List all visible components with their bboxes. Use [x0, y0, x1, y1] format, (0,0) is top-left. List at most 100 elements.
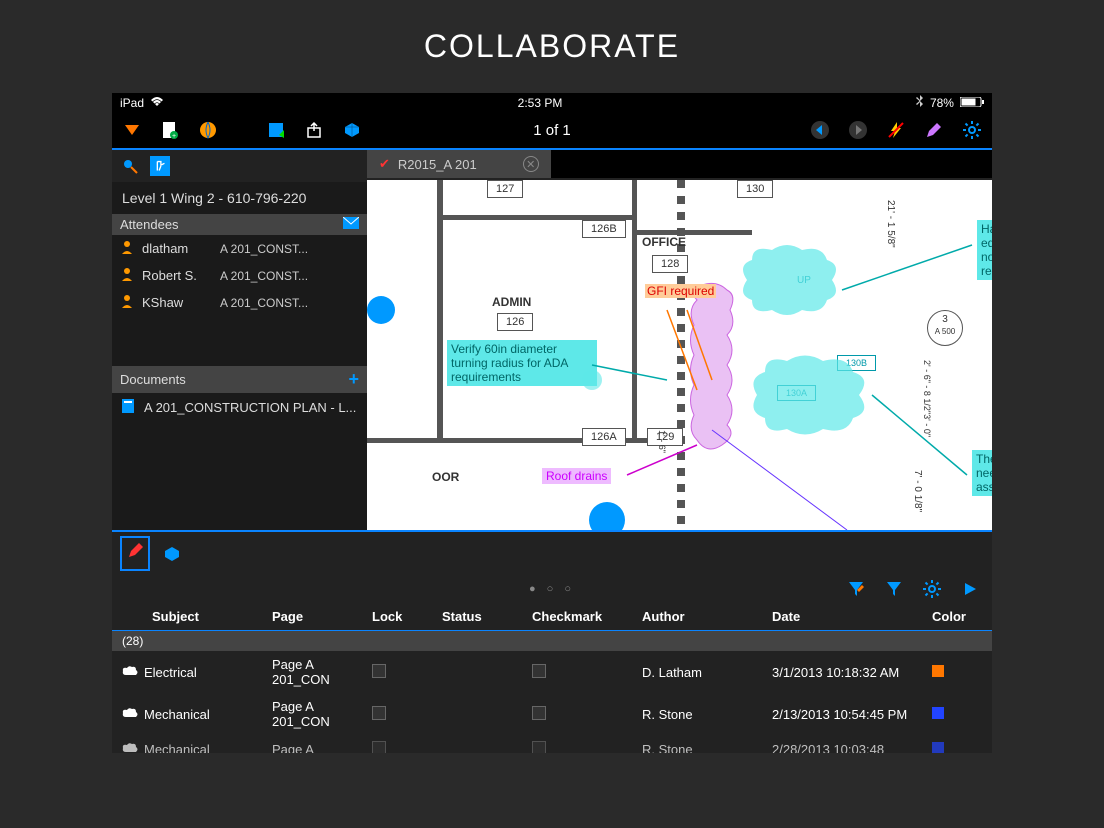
room-label: 127 — [487, 180, 523, 198]
cell-author: R. Stone — [642, 707, 772, 722]
filter-icon[interactable] — [884, 579, 904, 599]
col-color[interactable]: Color — [932, 609, 992, 624]
attendee-name: Robert S. — [142, 268, 212, 283]
cell-date: 3/1/2013 10:18:32 AM — [772, 665, 932, 680]
plan-tab[interactable]: ✔ R2015_A 201 ✕ — [367, 150, 551, 178]
attendee-row[interactable]: dlatham A 201_CONST... — [112, 235, 367, 262]
share-icon[interactable] — [304, 120, 324, 140]
table-row[interactable]: Mechanical Page A 201_CON R. Stone 2/13/… — [112, 693, 992, 735]
dimension-label: 21' - 1 5/8" — [885, 200, 896, 248]
new-doc-icon[interactable]: + — [160, 120, 180, 140]
color-swatch — [932, 665, 944, 677]
table-row[interactable]: Mechanical Page A R. Stone 2/28/2013 10:… — [112, 735, 992, 753]
cell-date: 2/13/2013 10:54:45 PM — [772, 707, 932, 722]
annotation-text[interactable]: Roof drains — [542, 468, 611, 484]
checkmark-checkbox[interactable] — [532, 741, 546, 753]
add-icon[interactable]: + — [348, 369, 359, 390]
table-row[interactable]: Electrical Page A 201_CON D. Latham 3/1/… — [112, 651, 992, 693]
page-heading: COLLABORATE — [0, 0, 1104, 93]
pager-dots[interactable]: ● ○ ○ — [529, 583, 575, 595]
annotation-text[interactable]: GFI required — [645, 284, 716, 298]
lock-checkbox[interactable] — [372, 741, 386, 753]
bluetooth-icon — [916, 95, 924, 110]
cell-page: Page A 201_CON — [272, 699, 372, 729]
room-name: ADMIN — [492, 295, 531, 309]
lock-checkbox[interactable] — [372, 706, 386, 720]
cell-subject: Electrical — [144, 665, 197, 680]
lightning-icon[interactable] — [886, 120, 906, 140]
col-checkmark[interactable]: Checkmark — [532, 609, 642, 624]
plan-tab-name: R2015_A 201 — [398, 157, 477, 172]
page-indicator: 1 of 1 — [533, 122, 571, 139]
room-label: 126B — [582, 220, 626, 238]
gear-icon[interactable] — [962, 120, 982, 140]
battery-percent: 78% — [930, 96, 954, 110]
col-author[interactable]: Author — [642, 609, 772, 624]
cell-page: Page A 201_CON — [272, 657, 372, 687]
room-name: OOR — [432, 470, 459, 484]
markup-tab[interactable] — [120, 536, 150, 571]
cloud-icon — [122, 665, 138, 680]
battery-icon — [960, 96, 984, 110]
close-tab-icon[interactable]: ✕ — [523, 156, 539, 172]
status-bar: iPad 2:53 PM 78% — [112, 93, 992, 112]
document-row[interactable]: A 201_CONSTRUCTION PLAN - L... — [112, 393, 367, 422]
col-subject[interactable]: Subject — [122, 609, 272, 624]
cube-tab[interactable] — [162, 544, 182, 564]
checkmark-checkbox[interactable] — [532, 706, 546, 720]
exit-icon[interactable] — [150, 156, 170, 176]
blueprint-canvas[interactable]: 127 126B OFFICE 128 130 21' - 1 5/8" ADM… — [367, 180, 992, 530]
cell-subject: Mechanical — [144, 707, 210, 722]
main-toolbar: + 1 of 1 — [112, 112, 992, 150]
project-label: Level 1 Wing 2 - 610-796-220 — [112, 182, 367, 214]
attendee-doc: A 201_CONST... — [220, 296, 308, 310]
attendee-name: KShaw — [142, 295, 212, 310]
table-header: Subject Page Lock Status Checkmark Autho… — [112, 603, 992, 631]
person-icon — [120, 267, 134, 284]
gear-icon[interactable] — [922, 579, 942, 599]
pencil-icon[interactable] — [924, 120, 944, 140]
checkmark-checkbox[interactable] — [532, 664, 546, 678]
person-icon — [120, 294, 134, 311]
col-lock[interactable]: Lock — [372, 609, 442, 624]
globe-icon[interactable] — [198, 120, 218, 140]
annotation-text[interactable]: Verify 60in diameter turning radius for … — [447, 340, 597, 386]
play-icon[interactable] — [960, 579, 980, 599]
attendee-row[interactable]: KShaw A 201_CONST... — [112, 289, 367, 316]
attendee-doc: A 201_CONST... — [220, 242, 308, 256]
color-swatch — [932, 742, 944, 753]
mail-icon[interactable] — [343, 217, 359, 232]
pdf-icon — [120, 398, 136, 417]
filter-edit-icon[interactable] — [846, 579, 866, 599]
documents-header: Documents + — [112, 366, 367, 393]
lock-checkbox[interactable] — [372, 664, 386, 678]
room-name: OFFICE — [642, 235, 686, 249]
col-date[interactable]: Date — [772, 609, 932, 624]
room-label: 130 — [737, 180, 773, 198]
attendee-row[interactable]: Robert S. A 201_CONST... — [112, 262, 367, 289]
attendee-doc: A 201_CONST... — [220, 269, 308, 283]
plan-area: ✔ R2015_A 201 ✕ 127 126B OFFICE 128 — [367, 150, 992, 530]
status-time: 2:53 PM — [518, 96, 563, 110]
person-icon — [120, 240, 134, 257]
annotation-text[interactable]: Handrails edge of b nosing pe requireme — [977, 220, 992, 280]
triangle-dropdown-icon[interactable] — [122, 120, 142, 140]
cell-page: Page A — [272, 742, 372, 753]
cloud-markup — [747, 350, 887, 440]
dimension-label: 7' - 0 1/8" — [912, 470, 923, 512]
save-icon[interactable] — [266, 120, 286, 140]
annotation-text[interactable]: The door need to be assemblie — [972, 450, 992, 496]
device-frame: iPad 2:53 PM 78% + — [112, 93, 992, 753]
cell-date: 2/28/2013 10:03:48 — [772, 742, 932, 753]
play-icon[interactable] — [848, 120, 868, 140]
package-icon[interactable] — [342, 120, 362, 140]
document-name: A 201_CONSTRUCTION PLAN - L... — [144, 400, 356, 415]
bottom-panel: ● ○ ○ Subject Page Lock Status Checkmark… — [112, 530, 992, 753]
cell-author: D. Latham — [642, 665, 772, 680]
device-label: iPad — [120, 96, 144, 110]
col-status[interactable]: Status — [442, 609, 532, 624]
prev-icon[interactable] — [810, 120, 830, 140]
tab-strip: ✔ R2015_A 201 ✕ — [367, 150, 992, 178]
pin-icon[interactable] — [120, 156, 140, 176]
col-page[interactable]: Page — [272, 609, 372, 624]
